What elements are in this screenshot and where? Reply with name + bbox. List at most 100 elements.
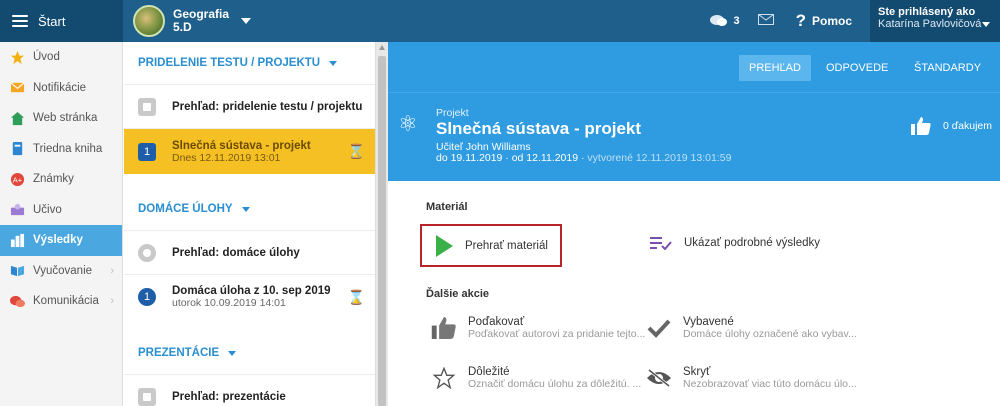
sidebar-item-label: Notifikácie [33,81,87,94]
user-name: Katarína Pavlovičová [878,18,982,30]
sidebar-item-label: Web stránka [33,112,98,125]
list-item-homework[interactable]: 1 Domáca úloha z 10. sep 2019 utorok 10.… [124,274,375,318]
atom-icon: ⚛ [398,111,418,136]
section-header-tests[interactable]: PRIDELENIE TESTU / PROJEKTU [124,42,375,84]
scrollbar[interactable] [375,42,388,406]
help-button[interactable]: ? Pomoc [796,11,852,31]
messages-button[interactable]: 3 [710,14,740,28]
chevron-down-icon [228,350,237,356]
chat-bubbles-icon [10,295,25,307]
project-created: vytvorené 12.11.2019 13:01:59 [587,152,732,164]
sidebar-item-vysledky[interactable]: Výsledky [0,225,122,256]
mail-icon [757,14,774,25]
thanks-button[interactable]: 0 ďakujem [910,117,992,135]
open-book-icon [10,266,25,277]
thumbs-up-icon [910,117,931,135]
count-badge: 1 [138,287,156,306]
section-header-presentations[interactable]: PREZENTÁCIE [124,332,375,374]
sidebar-item-web[interactable]: Web stránka [0,103,122,134]
start-label: Štart [38,13,66,29]
count-badge: 1 [138,142,156,161]
list-item-tests-overview[interactable]: Prehľad: pridelenie testu / projektu [124,84,375,128]
sidebar-item-ucivo[interactable]: Učivo [0,195,122,226]
thank-action[interactable]: Poďakovať Poďakovať autorovi za pridanie… [430,316,645,340]
tab-prehlad[interactable]: PREHĽAD [739,55,811,81]
sidebar-item-label: Úvod [33,51,60,64]
sidebar-item-znamky[interactable]: A+ Známky [0,164,122,195]
hourglass-icon: ⌛ [347,289,365,305]
star-icon [10,50,25,64]
class-avatar [133,5,165,37]
project-dates: do 19.11.2019 · od 12.11.2019 · [436,152,585,164]
project-type: Projekt [436,107,469,119]
checkmark-icon [647,319,671,338]
chevron-down-icon [241,18,252,24]
project-header: ⚛ Projekt Slnečná sústava - projekt Učit… [388,92,1000,181]
svg-text:A+: A+ [13,175,23,184]
sidebar-item-label: Vyučovanie [33,264,93,277]
home-icon [10,111,25,125]
envelope-icon [10,82,25,93]
class-sub: 5.D [173,20,192,34]
chat-icon [710,15,728,26]
hamburger-icon [12,15,28,27]
sidebar-item-komunikacia[interactable]: Komunikácia › [0,286,122,317]
sidebar-item-label: Výsledky [33,234,83,247]
list-item-project[interactable]: 1 Slnečná sústava - projekt Dnes 12.11.2… [124,128,375,174]
play-icon [436,234,453,257]
thumbs-up-icon [431,317,456,339]
section-header-homework[interactable]: DOMÁCE ÚLOHY [124,188,375,230]
tab-bar: PREHĽAD ODPOVEDE ŠTANDARDY [388,42,1000,92]
project-title: Slnečná sústava - projekt [436,119,642,138]
sidebar-item-label: Triedna kniha [33,142,103,155]
sidebar-item-label: Známky [33,173,74,186]
start-button[interactable]: Štart [0,0,123,42]
sidebar-item-vyucovanie[interactable]: Vyučovanie › [0,256,122,287]
user-menu[interactable]: Ste prihlásený ako Katarína Pavlovičová [870,0,1000,42]
user-line1: Ste prihlásený ako [878,6,976,18]
sidebar: Úvod Notifikácie Web stránka Triedna kni… [0,42,123,406]
tab-standardy[interactable]: ŠTANDARDY [904,55,991,81]
material-heading: Materiál [426,201,468,213]
chevron-down-icon [982,22,990,27]
thanks-count: 0 ďakujem [942,120,992,132]
chevron-right-icon: › [110,264,114,277]
eye-slash-icon [647,368,671,388]
detail-pane: PREHĽAD ODPOVEDE ŠTANDARDY ⚛ Projekt Sln… [388,42,1000,406]
help-label: Pomoc [811,14,852,28]
presentation-icon [138,387,156,406]
show-results-button[interactable]: Ukázať podrobné výsledky [650,236,820,250]
book-icon [12,142,23,156]
list-item-presentations-overview[interactable]: Prehľad: prezentácie [124,374,375,406]
sidebar-item-notifikacie[interactable]: Notifikácie [0,73,122,104]
play-material-button[interactable]: Prehrať materiál [420,224,562,267]
hide-action[interactable]: Skryť Nezobrazovať viac túto domácu úlo.… [645,366,857,390]
further-actions-heading: Ďalšie akcie [426,288,489,300]
sidebar-item-uvod[interactable]: Úvod [0,42,122,73]
assignment-list: PRIDELENIE TESTU / PROJEKTU Prehľad: pri… [124,42,375,406]
list-check-icon [650,237,672,250]
chevron-down-icon [329,60,338,66]
scrollbar-thumb[interactable] [378,56,386,406]
list-item-homework-overview[interactable]: Prehľad: domáce úlohy [124,230,375,274]
detail-body: Materiál Prehrať materiál Ukázať podrobn… [388,181,1000,406]
class-selector[interactable]: Geografia 5.D [133,4,252,38]
done-action[interactable]: Vybavené Domáce úlohy označené ako vybav… [645,316,857,340]
star-outline-icon [432,367,456,389]
bar-chart-icon [10,233,25,247]
mail-button[interactable] [757,14,774,28]
hourglass-icon: ⌛ [347,143,365,159]
chevron-down-icon [241,206,250,212]
scroll-up-arrow[interactable] [379,45,385,50]
chevron-right-icon: › [110,295,114,308]
top-bar: Štart Geografia 5.D 3 ? Pomoc Ste prihlá… [0,0,1000,42]
important-action[interactable]: Dôležité Označiť domácu úlohu za dôležit… [430,366,641,390]
sidebar-item-triedna-kniha[interactable]: Triedna kniha [0,134,122,165]
student-icon [10,204,25,216]
tab-odpovede[interactable]: ODPOVEDE [816,55,898,81]
assignment-icon [138,97,156,116]
chat-count: 3 [733,15,740,27]
grade-icon: A+ [10,172,25,186]
help-icon: ? [795,11,806,30]
homework-icon [138,243,156,262]
